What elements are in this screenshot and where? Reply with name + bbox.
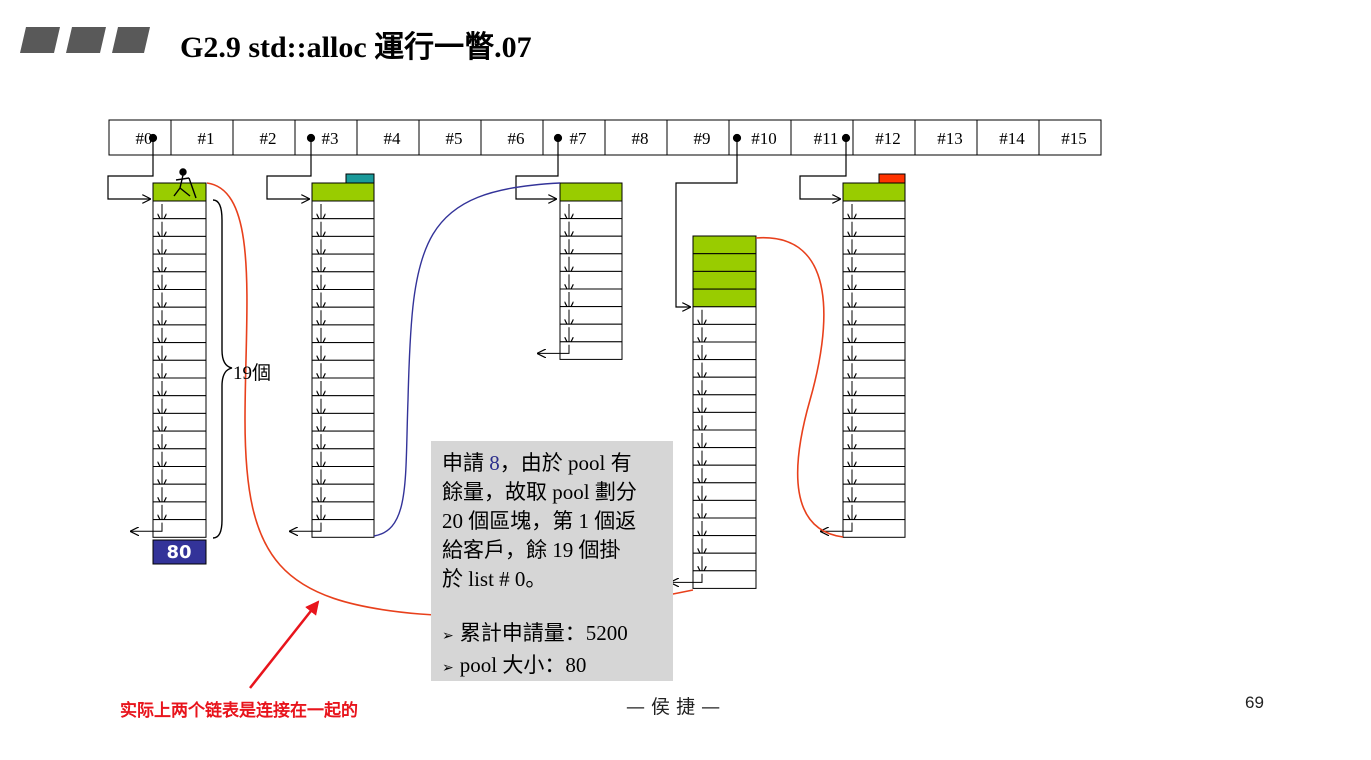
- free-list-cell-label: #4: [384, 129, 402, 148]
- free-block: [152, 501, 207, 521]
- free-list-cell-label: #10: [751, 129, 777, 148]
- free-list-cell-label: #2: [260, 129, 277, 148]
- allocated-block: [311, 182, 375, 202]
- free-block: [152, 359, 207, 379]
- block-chain: [671, 235, 757, 589]
- free-block: [152, 466, 207, 485]
- free-block: [152, 271, 207, 290]
- allocated-block: [152, 182, 207, 202]
- free-list-cell-label: #6: [508, 129, 525, 148]
- free-block: [152, 200, 207, 220]
- free-block: [152, 519, 207, 538]
- allocated-block: [692, 253, 757, 272]
- alloc-diagram: #0 #1 #2 #3 #4 #5 #6 #7 #8 #9 #10 #11 #12 #13 #14 #15 8…: [107, 119, 1102, 689]
- block-chain: [290, 182, 375, 538]
- free-list-header: #0 #1 #2 #3 #4 #5 #6 #7 #8 #9 #10 #11 #12 #13 #14 #15: [108, 119, 1102, 156]
- block-count-label: 19個: [233, 363, 272, 384]
- red-marker: [878, 173, 906, 184]
- pool-badge-label: 80: [166, 542, 191, 563]
- free-list-cell-label: #15: [1061, 129, 1087, 148]
- allocated-block: [692, 288, 757, 308]
- block-chain: [821, 182, 906, 538]
- free-list-cell-label: #7: [570, 129, 588, 148]
- free-block: [152, 395, 207, 414]
- request-size: 8: [489, 451, 500, 475]
- free-list-cell-label: #8: [632, 129, 649, 148]
- annotation-arrow: [249, 600, 320, 689]
- free-block: [152, 324, 207, 344]
- free-block: [152, 448, 207, 467]
- block-chain: [538, 182, 623, 360]
- free-list-cell-label: #5: [446, 129, 463, 148]
- count-brace: [212, 199, 233, 539]
- bullet-icon: ➢: [442, 661, 454, 676]
- free-block: [152, 235, 207, 255]
- note-text: 申請 8，由於 pool 有 餘量，故取 pool 劃分 20 個區塊，第 1 …: [442, 451, 637, 591]
- free-list-cell-label: #3: [322, 129, 339, 148]
- free-block: [152, 218, 207, 237]
- free-list-cell-label: #11: [814, 129, 839, 148]
- free-list-cell-label: #13: [937, 129, 963, 148]
- block-chain: [131, 182, 207, 538]
- free-list-cell-label: #1: [198, 129, 215, 148]
- free-block: [152, 412, 207, 432]
- stats-list: ➢ 累計申請量：5200 ➢ pool 大小：80: [442, 619, 670, 683]
- free-list-cell-label: #14: [999, 129, 1025, 148]
- allocated-block: [692, 235, 757, 255]
- annotation-text: 实际上两个链表是连接在一起的: [120, 701, 358, 721]
- free-block: [152, 377, 207, 397]
- free-block: [152, 306, 207, 326]
- free-block: [152, 289, 207, 308]
- stat-pool-size: ➢ pool 大小：80: [442, 653, 587, 677]
- free-block: [152, 430, 207, 450]
- stat-total-requested: ➢ 累計申請量：5200: [442, 621, 628, 645]
- allocated-block: [842, 182, 906, 202]
- free-list-cell-label: #12: [875, 129, 901, 148]
- author-credit: — 侯 捷 —: [626, 696, 721, 718]
- allocated-block: [559, 182, 623, 202]
- red-link-curve-right: [755, 237, 844, 538]
- page-number: 69: [1245, 693, 1264, 712]
- free-block: [152, 483, 207, 503]
- free-list-cell-label: #9: [694, 129, 711, 148]
- bullet-icon: ➢: [442, 629, 454, 644]
- allocated-block: [692, 270, 757, 290]
- free-block: [152, 253, 207, 273]
- free-block: [152, 342, 207, 361]
- teal-marker: [345, 173, 375, 184]
